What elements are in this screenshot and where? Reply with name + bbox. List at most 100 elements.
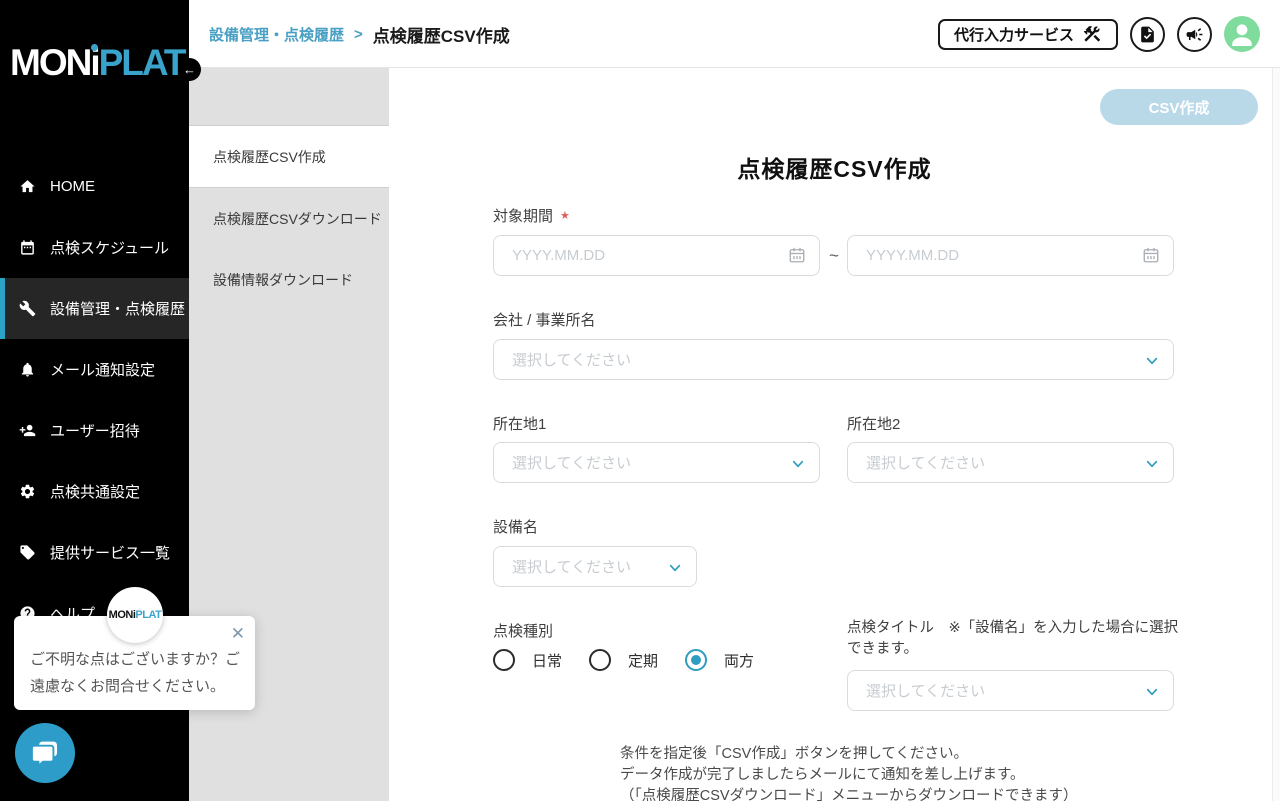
period-separator: ~: [824, 235, 844, 276]
footer-notes: 条件を指定後「CSV作成」ボタンを押してください。 データ作成が完了しましたらメ…: [620, 744, 1078, 801]
document-check-button[interactable]: [1130, 17, 1165, 52]
announcements-button[interactable]: [1177, 17, 1212, 52]
proxy-input-service-button[interactable]: 代行入力サービス: [938, 19, 1118, 50]
company-label: 会社 / 事業所名: [493, 309, 596, 330]
submenu-item-label: 点検履歴CSV作成: [213, 147, 326, 167]
radio-both[interactable]: 両方: [685, 649, 754, 671]
radio-periodic[interactable]: 定期: [589, 649, 658, 671]
sidebar-item-inspection-common-settings[interactable]: 点検共通設定: [0, 461, 189, 522]
company-select-placeholder: 選択してください: [512, 349, 631, 370]
equipment-select[interactable]: 選択してください: [493, 546, 697, 587]
calendar-icon: [19, 239, 36, 256]
user-avatar[interactable]: [1224, 16, 1260, 52]
sidebar-item-equipment-management[interactable]: 設備管理・点検履歴: [0, 278, 189, 339]
submenu-item-csv-create[interactable]: 点検履歴CSV作成: [189, 125, 389, 188]
breadcrumb-parent-link[interactable]: 設備管理・点検履歴: [209, 24, 344, 45]
inspection-title-label: 点検タイトル ※「設備名」を入力した場合に選択できます。: [847, 618, 1187, 660]
sidebar-collapse-button[interactable]: ←: [178, 58, 201, 81]
main-content: CSV作成 点検履歴CSV作成 対象期間 ★ ~ 会社 / 事業所名 選択してくだ…: [389, 68, 1280, 801]
megaphone-icon: [1185, 25, 1204, 44]
user-add-icon: [19, 422, 36, 439]
radio-label: 両方: [724, 650, 754, 671]
sidebar-item-label: 提供サービス一覧: [50, 542, 170, 563]
logo-text-accent: PLAT: [99, 42, 185, 83]
back-arrow-icon: ←: [183, 62, 196, 77]
location2-select-placeholder: 選択してください: [866, 452, 985, 473]
required-star-icon: ★: [560, 210, 570, 222]
sidebar-item-label: ユーザー招待: [50, 420, 140, 441]
logo-text-i: i: [90, 42, 98, 83]
sidebar-item-services-list[interactable]: 提供サービス一覧: [0, 522, 189, 583]
chevron-down-icon: [1145, 457, 1159, 471]
company-select[interactable]: 選択してください: [493, 339, 1174, 380]
bell-icon: [19, 361, 36, 378]
submenu-item-label: 点検履歴CSVダウンロード: [213, 209, 382, 229]
document-check-icon: [1138, 25, 1157, 44]
chat-bubbles-icon: [29, 737, 61, 769]
location1-label: 所在地1: [493, 413, 546, 434]
location1-select[interactable]: 選択してください: [493, 442, 820, 483]
gear-icon: [19, 483, 36, 500]
chat-brand-logo: MONiPLAT: [109, 609, 162, 621]
logo-text-main: MON: [10, 42, 90, 83]
inspection-title-select[interactable]: 選択してください: [847, 670, 1174, 711]
page-title: 点検履歴CSV作成: [389, 150, 1280, 184]
vertical-scrollbar[interactable]: [1272, 68, 1280, 801]
location2-select[interactable]: 選択してください: [847, 442, 1174, 483]
sidebar-item-label: 点検スケジュール: [50, 237, 169, 258]
chevron-right-icon: >: [354, 26, 363, 43]
period-end-wrap: [847, 235, 1174, 276]
radio-icon: [589, 649, 611, 671]
app-logo: MONiPLAT: [10, 42, 184, 84]
inspection-title-select-placeholder: 選択してください: [866, 680, 985, 701]
radio-label: 定期: [628, 650, 658, 671]
close-icon[interactable]: ✕: [231, 624, 245, 644]
breadcrumb-current-page: 点検履歴CSV作成: [373, 22, 510, 47]
tools-icon: [1082, 24, 1102, 44]
period-end-input[interactable]: [847, 235, 1174, 276]
radio-label: 日常: [532, 650, 562, 671]
chevron-down-icon: [791, 457, 805, 471]
chevron-down-icon: [1145, 685, 1159, 699]
inspection-type-label: 点検種別: [493, 620, 553, 641]
wrench-icon: [19, 300, 36, 317]
period-label-text: 対象期間: [493, 208, 553, 225]
submenu-item-csv-download[interactable]: 点検履歴CSVダウンロード: [189, 188, 389, 249]
footer-note-line: 条件を指定後「CSV作成」ボタンを押してください。: [620, 744, 1078, 765]
csv-create-button[interactable]: CSV作成: [1100, 89, 1258, 125]
header-actions: 代行入力サービス: [938, 0, 1260, 68]
submenu-item-equipment-download[interactable]: 設備情報ダウンロード: [189, 249, 389, 310]
chevron-down-icon: [668, 561, 682, 575]
calendar-icon[interactable]: [788, 246, 806, 264]
radio-icon: [493, 649, 515, 671]
period-label: 対象期間 ★: [493, 205, 570, 226]
radio-daily[interactable]: 日常: [493, 649, 562, 671]
sidebar-item-label: 点検共通設定: [50, 481, 140, 502]
chevron-down-icon: [1145, 354, 1159, 368]
footer-note-line: データ作成が完了しましたらメールにて通知を差し上げます。: [620, 765, 1078, 786]
chat-tooltip-text: ご不明な点はございますか？ご遠慮なくお問合せください。: [30, 646, 240, 700]
footer-note-line: （「点検履歴CSVダウンロード」メニューからダウンロードできます）: [620, 786, 1078, 801]
equipment-label: 設備名: [493, 516, 538, 537]
period-start-input[interactable]: [493, 235, 820, 276]
period-start-wrap: [493, 235, 820, 276]
chat-launcher-button[interactable]: [15, 723, 75, 783]
top-header: 設備管理・点検履歴 > 点検履歴CSV作成 代行入力サービス: [189, 0, 1280, 68]
proxy-button-label: 代行入力サービス: [954, 24, 1074, 45]
equipment-select-placeholder: 選択してください: [512, 556, 631, 577]
person-icon: [1224, 16, 1260, 52]
submenu-item-label: 設備情報ダウンロード: [213, 270, 353, 290]
breadcrumb: 設備管理・点検履歴 > 点検履歴CSV作成: [209, 22, 510, 47]
calendar-icon[interactable]: [1142, 246, 1160, 264]
location1-select-placeholder: 選択してください: [512, 452, 631, 473]
chat-brand-avatar[interactable]: MONiPLAT: [107, 587, 163, 643]
sidebar-item-mail-notification[interactable]: メール通知設定: [0, 339, 189, 400]
home-icon: [19, 178, 36, 195]
sidebar-item-user-invite[interactable]: ユーザー招待: [0, 400, 189, 461]
radio-icon: [685, 649, 707, 671]
sidebar-item-label: 設備管理・点検履歴: [50, 298, 185, 319]
sidebar-item-home[interactable]: HOME: [0, 156, 189, 217]
chat-logo-main: MONi: [109, 609, 136, 621]
tag-icon: [19, 544, 36, 561]
sidebar-item-inspection-schedule[interactable]: 点検スケジュール: [0, 217, 189, 278]
